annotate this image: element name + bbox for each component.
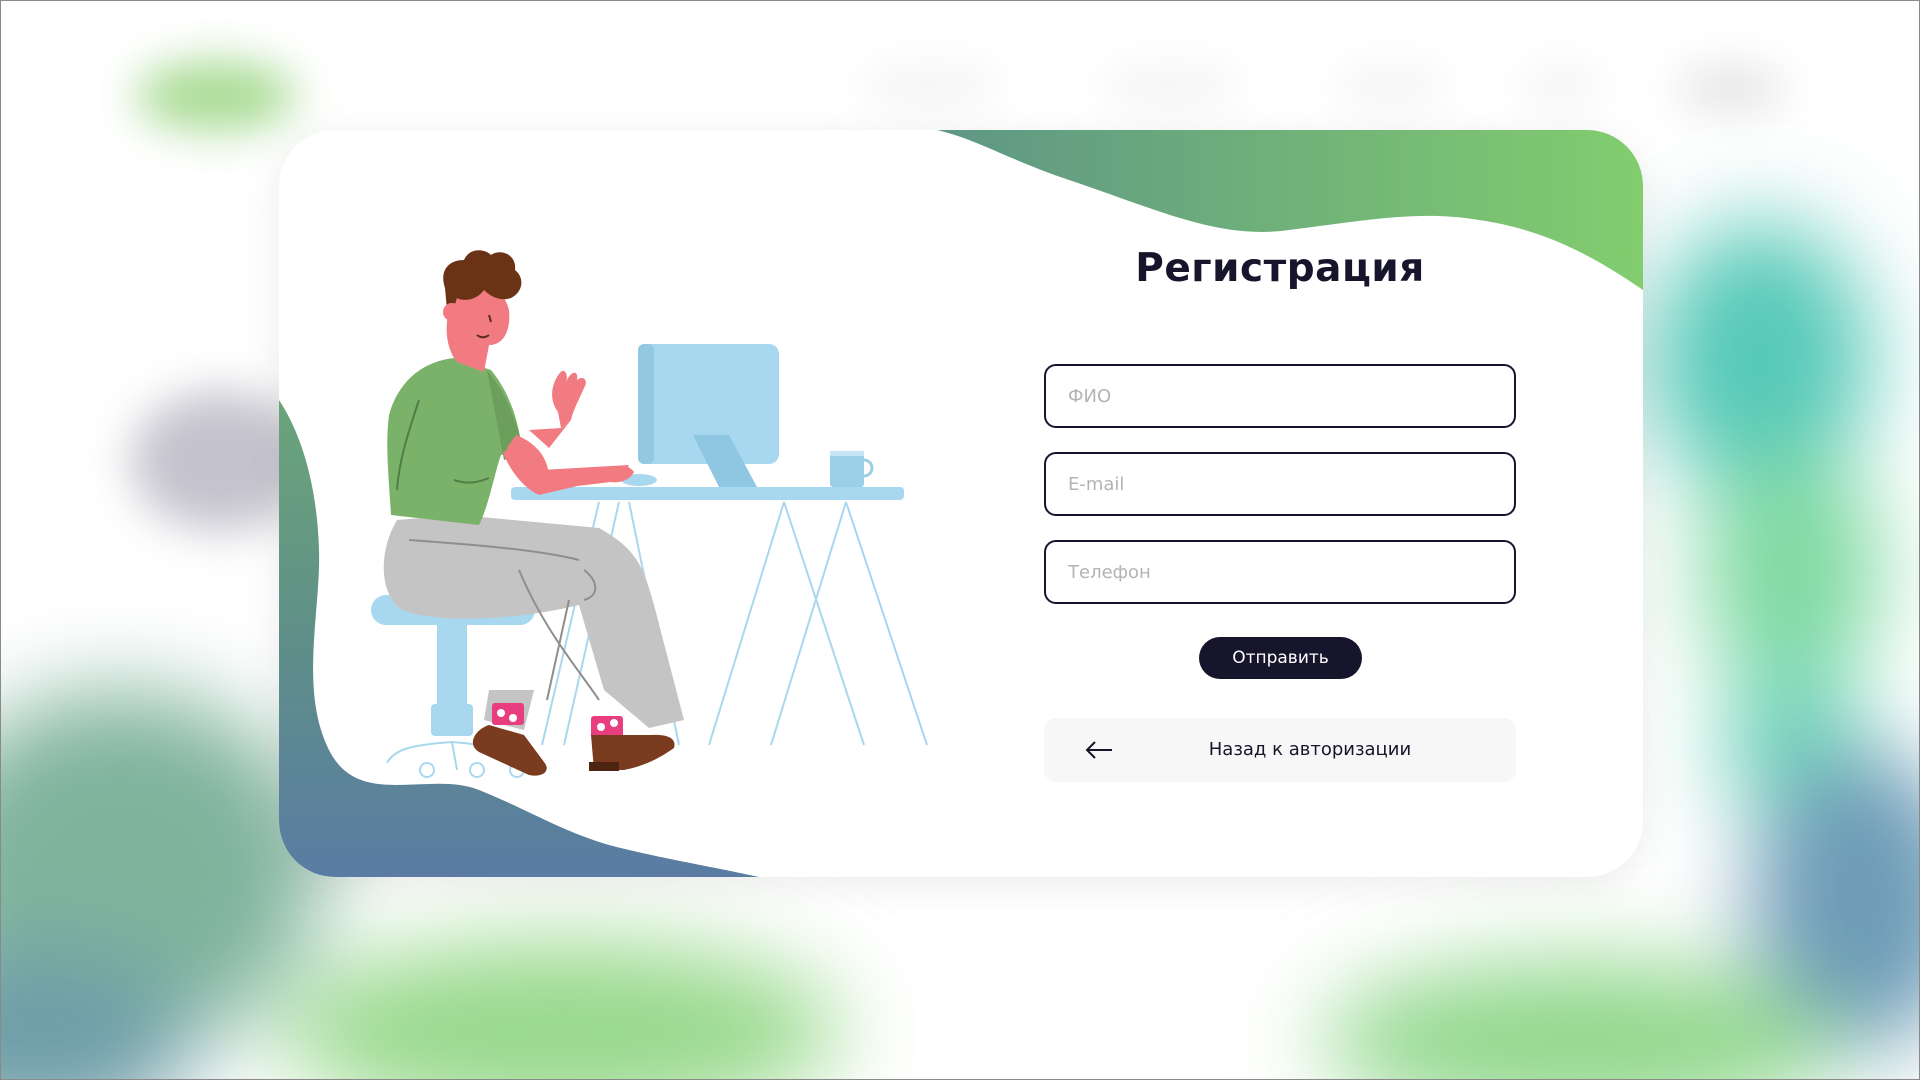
email-field[interactable] <box>1044 452 1516 516</box>
registration-modal: Регистрация Отправить Назад к авторизаци… <box>279 130 1643 877</box>
submit-button[interactable]: Отправить <box>1199 637 1362 679</box>
full-name-field[interactable] <box>1044 364 1516 428</box>
back-to-login-button[interactable]: Назад к авторизации <box>1044 718 1516 782</box>
back-to-login-label: Назад к авторизации <box>1208 739 1412 760</box>
email-input[interactable] <box>1046 454 1512 514</box>
phone-input[interactable] <box>1046 542 1512 602</box>
page-title: Регистрация <box>1135 246 1425 291</box>
registration-form: Регистрация Отправить Назад к авторизаци… <box>1044 130 1516 877</box>
page-frame: Регистрация Отправить Назад к авторизаци… <box>0 0 1920 1080</box>
phone-field[interactable] <box>1044 540 1516 604</box>
full-name-input[interactable] <box>1046 366 1512 426</box>
